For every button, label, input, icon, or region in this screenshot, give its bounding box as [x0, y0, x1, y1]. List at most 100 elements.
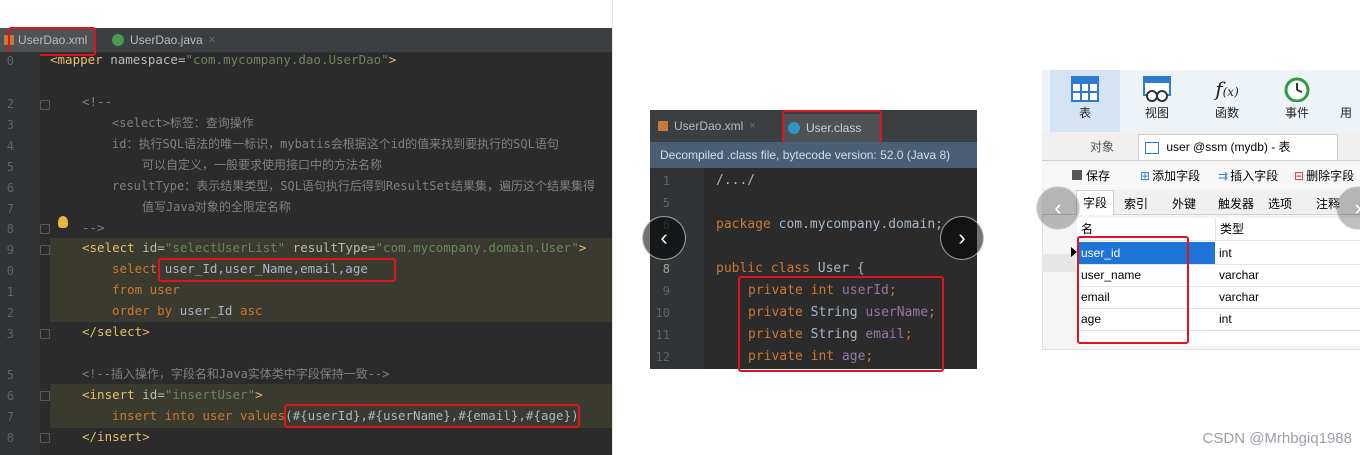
- close-icon[interactable]: ×: [209, 34, 215, 46]
- fold-marker[interactable]: [40, 245, 50, 255]
- line-number: 9: [662, 284, 670, 298]
- button-label: 添加字段: [1152, 169, 1201, 183]
- tab-label: UserDao.xml: [674, 119, 744, 133]
- code-line: </insert>: [82, 429, 150, 444]
- user-icon: [1337, 76, 1355, 102]
- code-token: asc: [239, 303, 263, 318]
- tab-fields[interactable]: 字段: [1076, 190, 1115, 215]
- button-label: 保存: [1086, 169, 1111, 183]
- code-line: 值写Java对象的全限定名称: [142, 200, 291, 214]
- highlight-box: [284, 404, 580, 428]
- previous-image-button[interactable]: ‹: [642, 216, 686, 260]
- code-line: <!--插入操作，字段名和Java实体类中字段保持一致-->: [82, 367, 390, 381]
- tab-triggers[interactable]: 触发器: [1218, 195, 1254, 212]
- code-token: "selectUserList": [164, 240, 286, 255]
- tab-userdao-java[interactable]: UserDao.java ×: [112, 28, 215, 52]
- code-token: {: [849, 261, 865, 276]
- tab-user-table[interactable]: user @ssm (mydb) - 表: [1138, 134, 1338, 160]
- toolbar-label: 视图: [1144, 106, 1169, 120]
- field-type-cell[interactable]: int: [1215, 242, 1360, 264]
- lightbulb-icon[interactable]: [58, 216, 68, 228]
- toolbar-label: 用: [1339, 106, 1352, 120]
- highlight-box: [738, 276, 944, 372]
- line-number: 3: [6, 327, 14, 341]
- code-token: "com.mycompany.dao.UserDao": [185, 52, 389, 67]
- code-line: /.../: [716, 173, 756, 188]
- line-number: 6: [6, 181, 14, 195]
- fold-marker[interactable]: [40, 329, 50, 339]
- tab-options[interactable]: 选项: [1268, 195, 1292, 212]
- tab-foreign-keys[interactable]: 外键: [1172, 195, 1196, 212]
- code-line: id：执行SQL语法的唯一标识，mybatis会根据这个id的值来找到要执行的S…: [112, 137, 559, 151]
- line-number: 1: [662, 174, 670, 188]
- view-icon: [1143, 76, 1171, 102]
- line-number: 5: [662, 196, 670, 210]
- code-token: namespace=: [102, 52, 186, 67]
- line-number: 5: [6, 368, 14, 382]
- code-line: -->: [82, 220, 105, 235]
- line-number: 8: [662, 262, 670, 276]
- code-token: >: [578, 240, 587, 255]
- chevron-left-icon: ‹: [660, 225, 668, 250]
- code-token: user: [202, 408, 240, 423]
- line-number: 8: [6, 222, 14, 236]
- field-type-cell[interactable]: varchar: [1215, 286, 1360, 308]
- chevron-left-icon: ‹: [1054, 195, 1062, 220]
- field-sub-tabs: 字段 索引 外键 触发器 选项 注释: [1042, 190, 1360, 215]
- toolbar-label: 函数: [1214, 106, 1239, 120]
- previous-image-button[interactable]: ‹: [1036, 186, 1080, 230]
- line-number: 7: [6, 202, 14, 216]
- line-number: 2: [6, 306, 14, 320]
- code-line: <mapper namespace="com.mycompany.dao.Use…: [50, 50, 396, 70]
- toolbar-table-button[interactable]: 表: [1050, 70, 1120, 132]
- toolbar-view-button[interactable]: 视图: [1122, 70, 1192, 132]
- close-icon[interactable]: ×: [749, 120, 755, 132]
- insert-field-icon: ⇉: [1218, 169, 1229, 183]
- save-button[interactable]: 保存: [1072, 167, 1110, 184]
- tab-userdao-xml[interactable]: UserDao.xml ×: [658, 114, 756, 138]
- code-line: package com.mycompany.domain;: [716, 214, 943, 236]
- code-token: id=: [134, 240, 165, 255]
- code-token: public class: [716, 261, 818, 276]
- line-number: 4: [6, 139, 14, 153]
- add-field-button[interactable]: ⊞ 添加字段: [1140, 167, 1200, 184]
- fold-marker[interactable]: [40, 391, 50, 401]
- chevron-right-icon: ›: [1354, 195, 1360, 221]
- field-type-cell[interactable]: varchar: [1215, 264, 1360, 286]
- code-token: <select: [82, 240, 135, 255]
- column-header-type: 类型: [1215, 218, 1360, 240]
- toolbar-event-button[interactable]: 事件: [1262, 70, 1332, 132]
- line-number: 2: [6, 97, 14, 111]
- code-token: select: [112, 261, 165, 276]
- line-number: 8: [6, 431, 14, 445]
- field-type-cell[interactable]: int: [1215, 308, 1360, 330]
- toolbar-user-button[interactable]: 用: [1332, 70, 1360, 132]
- fold-marker[interactable]: [40, 224, 50, 234]
- line-number: 0: [6, 54, 14, 68]
- code-token: User: [817, 261, 850, 276]
- code-line: 可以自定义，一般要求使用接口中的方法名称: [142, 158, 383, 172]
- tab-objects[interactable]: 对象: [1090, 138, 1114, 155]
- toolbar-function-button[interactable]: f(x) 函数: [1192, 70, 1262, 132]
- table-icon: [1145, 141, 1159, 154]
- line-number: 11: [655, 328, 670, 342]
- delete-field-button[interactable]: ⊟ 删除字段: [1294, 167, 1354, 184]
- line-number: 1: [6, 285, 14, 299]
- code-line: order by user_Id asc: [112, 301, 263, 321]
- db-document-tabs: 对象 user @ssm (mydb) - 表: [1042, 132, 1360, 161]
- toolbar-label: 表: [1078, 106, 1091, 120]
- chevron-right-icon: ›: [958, 225, 966, 250]
- fold-marker[interactable]: [40, 433, 50, 443]
- code-token: user: [149, 282, 180, 297]
- insert-field-button[interactable]: ⇉ 插入字段: [1218, 167, 1278, 184]
- interface-icon: [112, 34, 124, 46]
- db-main-toolbar: 表 视图 f(x) 函数 事件 用: [1042, 70, 1360, 133]
- code-token: >: [255, 387, 263, 402]
- tab-indexes[interactable]: 索引: [1124, 195, 1148, 212]
- code-line: resultType：表示结果类型，SQL语句执行后得到ResultSet结果集…: [112, 179, 595, 193]
- decompiled-info-bar: Decompiled .class file, bytecode version…: [650, 142, 977, 168]
- tab-label: UserDao.java: [130, 33, 203, 47]
- highlight-box: [158, 258, 396, 282]
- fold-marker[interactable]: [40, 100, 50, 110]
- next-image-button[interactable]: ›: [940, 216, 984, 260]
